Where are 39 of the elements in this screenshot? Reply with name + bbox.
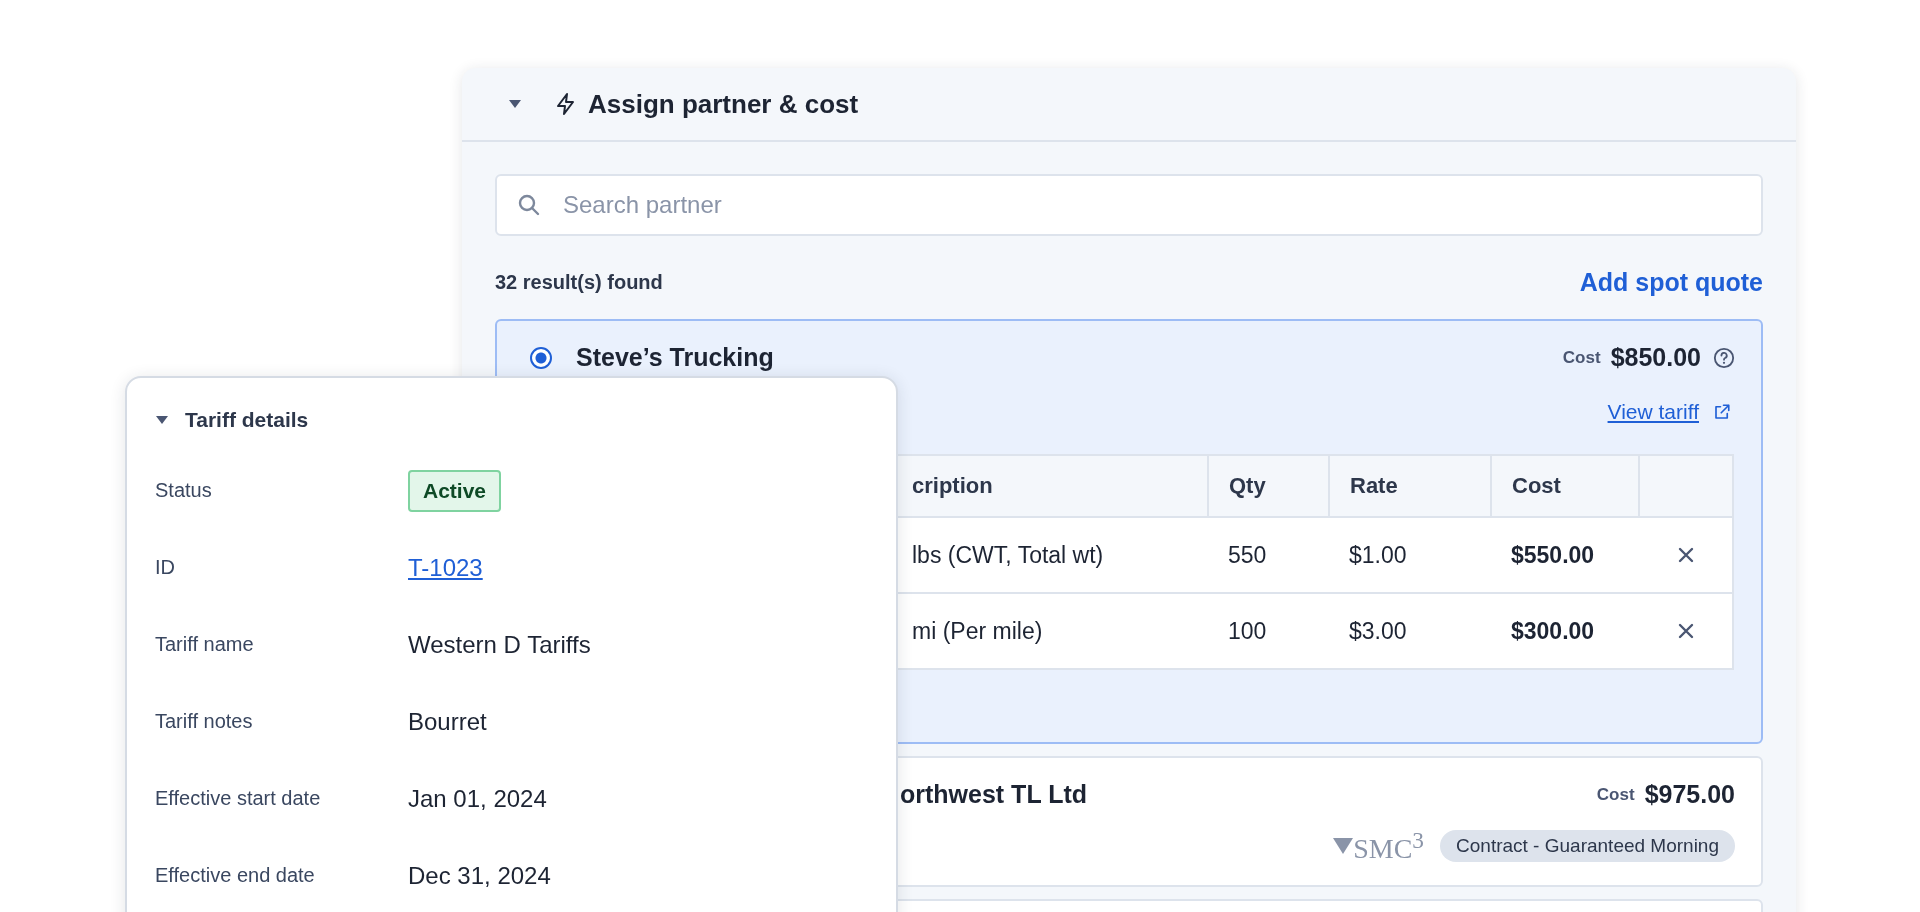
table-cell: $1.00 — [1329, 517, 1491, 593]
tariff-id-link[interactable]: T-1023 — [408, 553, 483, 582]
cost-value: $850.00 — [1610, 343, 1701, 372]
caret-icon[interactable] — [508, 99, 522, 109]
field-label: Effective end date — [155, 864, 316, 887]
help-icon[interactable] — [1713, 346, 1735, 369]
search-field[interactable]: Search partner — [495, 174, 1763, 236]
caret-icon[interactable] — [155, 415, 169, 425]
panel-title: Assign partner & cost — [588, 88, 859, 120]
radio-button[interactable] — [530, 346, 552, 369]
table-cell: $3.00 — [1329, 593, 1491, 669]
column-header: Rate — [1329, 455, 1491, 517]
field-label: ID — [155, 556, 176, 579]
contract-tag: Contract - Guaranteed Morning — [1440, 830, 1735, 863]
field-label: Tariff notes — [155, 710, 254, 733]
field-label: Effective start date — [155, 787, 322, 810]
status-badge: Active — [408, 469, 502, 512]
carrier-logo: SMC$^{3}$ — [1333, 827, 1425, 866]
partner-name: orthwest TL Ltd — [900, 780, 1088, 809]
table-cell: 550 — [1208, 517, 1329, 593]
external-link-icon[interactable] — [1713, 403, 1731, 421]
tariff-details-title: Tariff details — [185, 408, 309, 432]
results-count: 32 result(s) found — [495, 271, 663, 294]
close-icon[interactable] — [1677, 546, 1694, 563]
view-tariff-link[interactable]: View tariff — [1607, 400, 1699, 424]
field-label: Status — [155, 479, 213, 502]
table-cell: 100 — [1208, 593, 1329, 669]
add-spot-quote-link[interactable]: Add spot quote — [1579, 268, 1763, 297]
column-header: Cost — [1491, 455, 1639, 517]
table-cell: $550.00 — [1491, 517, 1639, 593]
cost-label: Cost — [1596, 784, 1635, 805]
cost-value: $975.00 — [1644, 780, 1735, 809]
partner-name: Steve’s Trucking — [576, 343, 774, 372]
table-cell: $300.00 — [1491, 593, 1639, 669]
cost-label: Cost — [1562, 347, 1601, 368]
field-label: Tariff name — [155, 633, 255, 656]
close-icon[interactable] — [1677, 622, 1694, 639]
field-value: Bourret — [408, 707, 487, 736]
column-header: Qty — [1208, 455, 1329, 517]
